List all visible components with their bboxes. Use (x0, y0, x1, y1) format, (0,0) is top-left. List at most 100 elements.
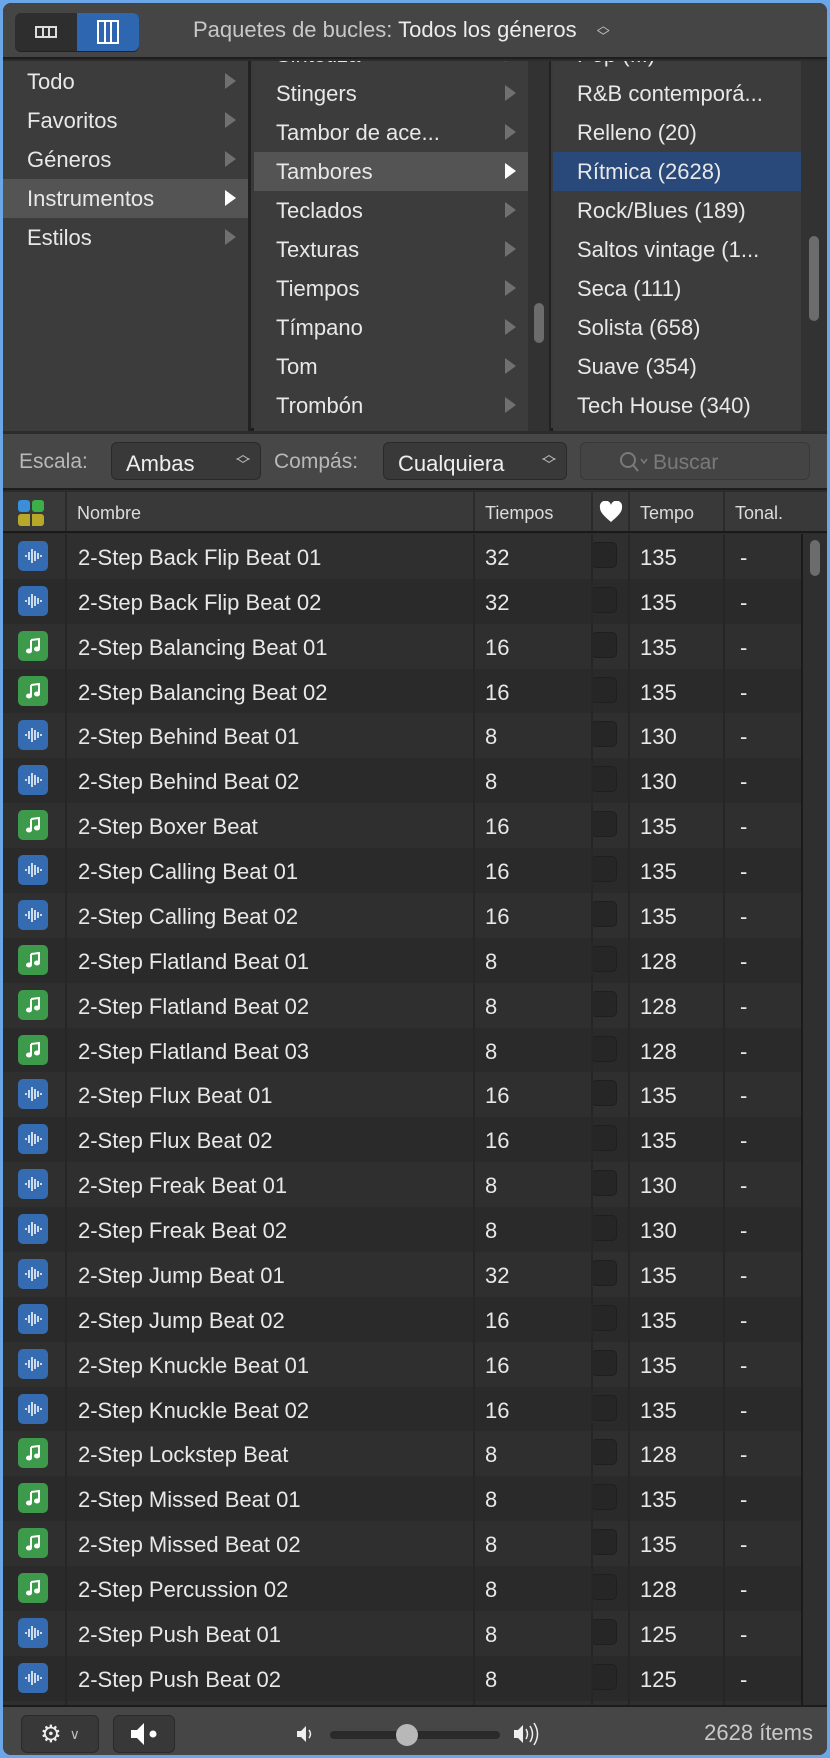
favorite-checkbox[interactable] (591, 766, 617, 793)
browser-item[interactable]: Trombón (254, 386, 528, 425)
browser-item[interactable]: Solista (658) (553, 308, 801, 347)
browser-item[interactable]: Stingers (254, 74, 528, 113)
browser-item[interactable]: Relleno (20) (553, 113, 801, 152)
browser-item[interactable]: Tech House (340) (553, 386, 801, 425)
browser-item[interactable]: Todo (3, 62, 248, 101)
loop-packs-selector[interactable]: Paquetes de bucles: Todos los géneros ︿ ﹀ (193, 17, 610, 43)
table-row[interactable]: 2-Step Back Flip Beat 01 32 135 - (3, 534, 801, 579)
action-menu-button[interactable]: ⚙ ∨ (21, 1715, 99, 1753)
favorite-checkbox[interactable] (591, 811, 617, 838)
column-2-scrollbar[interactable] (528, 61, 551, 431)
list-view-button[interactable] (15, 13, 77, 51)
browser-item[interactable]: Tom (254, 347, 528, 386)
column-header-key[interactable]: Tonal. (723, 492, 801, 531)
browser-item[interactable]: Seca (111) (553, 269, 801, 308)
table-row[interactable]: 2-Step Calling Beat 02 16 135 - (3, 892, 801, 938)
favorite-checkbox[interactable] (591, 945, 617, 972)
search-field[interactable]: Buscar (580, 442, 810, 480)
table-row[interactable]: 2-Step Flatland Beat 03 8 128 - (3, 1027, 801, 1073)
browser-item[interactable]: Tambor de ace... (254, 113, 528, 152)
favorite-checkbox[interactable] (591, 1080, 617, 1107)
column-header-tempo[interactable]: Tempo (628, 492, 723, 531)
table-row[interactable]: 2-Step Freak Beat 01 8 130 - (3, 1162, 801, 1208)
browser-item[interactable]: Instrumentos (3, 179, 248, 218)
table-row[interactable]: 2-Step Jump Beat 02 16 135 - (3, 1296, 801, 1342)
browser-item[interactable]: Favoritos (3, 101, 248, 140)
favorite-checkbox[interactable] (591, 1663, 617, 1690)
table-row[interactable]: 2-Step Flux Beat 02 16 135 - (3, 1117, 801, 1163)
browser-item[interactable]: Rítmica (2628) (553, 152, 801, 191)
favorite-checkbox[interactable] (591, 1618, 617, 1645)
table-row[interactable]: 2-Step Boxer Beat 16 135 - (3, 803, 801, 849)
preview-speaker-button[interactable] (113, 1715, 175, 1753)
volume-slider-knob[interactable] (395, 1724, 418, 1746)
favorite-checkbox[interactable] (591, 676, 617, 703)
favorite-checkbox[interactable] (591, 1574, 617, 1600)
favorite-checkbox[interactable] (591, 990, 617, 1017)
table-row[interactable]: 2-Step Missed Beat 02 8 135 - (3, 1521, 801, 1567)
favorite-checkbox[interactable] (591, 631, 617, 658)
browser-item[interactable]: Tiempos (254, 269, 528, 308)
browser-item[interactable]: Rock/Blues (189) (553, 191, 801, 230)
table-row[interactable]: 2-Step Balancing Beat 02 16 135 - (3, 668, 801, 714)
table-row[interactable]: 2-Step Behind Beat 02 8 130 - (3, 758, 801, 804)
browser-item[interactable]: Géneros (3, 140, 248, 179)
table-row[interactable]: 2-Step Push Beat 01 8 125 - (3, 1610, 801, 1656)
table-row[interactable]: 2-Step Push Beat 02 8 125 - (3, 1655, 801, 1701)
table-row[interactable]: 2-Step Jump Beat 01 32 135 - (3, 1251, 801, 1297)
browser-item[interactable]: Pop (...) (553, 61, 801, 74)
volume-slider[interactable] (330, 1724, 500, 1746)
table-row[interactable]: 2-Step Knuckle Beat 02 16 135 - (3, 1386, 801, 1432)
table-row[interactable]: 2-Step Flatland Beat 02 8 128 - (3, 982, 801, 1028)
favorite-checkbox[interactable] (591, 1484, 617, 1511)
table-row[interactable]: 2-Step Balancing Beat 01 16 135 - (3, 623, 801, 669)
browser-item[interactable]: Tímpano (254, 308, 528, 347)
table-row[interactable]: 2-Step Flux Beat 01 16 135 - (3, 1072, 801, 1118)
browser-item[interactable]: Teclados (254, 191, 528, 230)
scroll-thumb[interactable] (810, 540, 820, 576)
favorite-checkbox[interactable] (591, 1170, 617, 1197)
browser-item[interactable]: Sintetiza (254, 61, 528, 74)
table-row[interactable]: 2-Step Missed Beat 01 8 135 - (3, 1476, 801, 1522)
browser-item[interactable]: Suave (354) (553, 347, 801, 386)
favorite-checkbox[interactable] (591, 1125, 617, 1152)
browser-item[interactable]: Urbano (...) (553, 425, 801, 431)
favorite-checkbox[interactable] (591, 1259, 617, 1286)
browser-item[interactable]: Saltos vintage (1... (553, 230, 801, 269)
browser-item[interactable]: R&B contemporá... (553, 74, 801, 113)
browser-item[interactable]: Tambores (254, 152, 528, 191)
scroll-thumb[interactable] (809, 236, 819, 321)
favorite-checkbox[interactable] (591, 1529, 617, 1556)
column-header-favorite[interactable] (591, 492, 628, 531)
favorite-checkbox[interactable] (591, 1215, 617, 1242)
column-3-scrollbar[interactable] (801, 61, 827, 431)
table-row[interactable]: 2-Step Behind Beat 01 8 130 - (3, 713, 801, 759)
favorite-checkbox[interactable] (591, 1394, 617, 1421)
table-row[interactable]: 2-Step Flatland Beat 01 8 128 - (3, 937, 801, 983)
scale-popup[interactable]: Ambas ︿ ﹀ (111, 442, 261, 480)
column-header-type[interactable] (3, 492, 65, 531)
browser-item[interactable]: Texturas (254, 230, 528, 269)
favorite-checkbox[interactable] (591, 586, 617, 613)
loop-list-scrollbar[interactable] (801, 534, 827, 1705)
table-row[interactable]: 2-Step Knuckle Beat 01 16 135 - (3, 1341, 801, 1387)
table-row[interactable]: 2-Step Back Flip Beat 02 32 135 - (3, 578, 801, 624)
column-header-beats[interactable]: Tiempos (473, 492, 591, 531)
favorite-checkbox[interactable] (591, 1439, 617, 1466)
favorite-checkbox[interactable] (591, 1304, 617, 1331)
table-row[interactable]: 2-Step Freak Beat 02 8 130 - (3, 1207, 801, 1253)
favorite-checkbox[interactable] (591, 1349, 617, 1376)
table-row[interactable]: 2-Step Calling Beat 01 16 135 - (3, 848, 801, 894)
scroll-thumb[interactable] (534, 303, 544, 343)
favorite-checkbox[interactable] (591, 542, 617, 568)
favorite-checkbox[interactable] (591, 721, 617, 748)
table-row[interactable]: 2-Step Percussion 02 8 128 - (3, 1566, 801, 1611)
favorite-checkbox[interactable] (591, 1035, 617, 1062)
browser-item[interactable]: Estilos (3, 218, 248, 257)
favorite-checkbox[interactable] (591, 900, 617, 927)
column-view-button[interactable] (77, 13, 139, 51)
column-header-name[interactable]: Nombre (65, 492, 473, 531)
favorite-checkbox[interactable] (591, 856, 617, 883)
table-row[interactable]: 2-Step Lockstep Beat 8 128 - (3, 1431, 801, 1477)
meter-popup[interactable]: Cualquiera ︿ ﹀ (383, 442, 567, 480)
